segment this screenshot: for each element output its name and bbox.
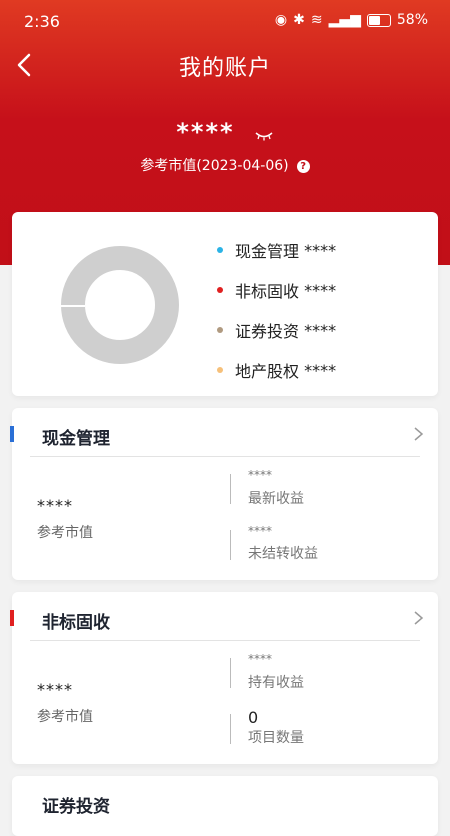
legend-value: ****	[304, 280, 337, 300]
securities-card[interactable]: 证券投资	[12, 776, 438, 836]
legend-item: 现金管理 ****	[217, 230, 336, 270]
legend-dot	[217, 287, 223, 293]
metric-separator	[230, 474, 231, 504]
legend-dot	[217, 247, 223, 253]
section-title: 现金管理	[42, 429, 110, 449]
market-value-label: 参考市值	[37, 709, 93, 725]
section-title: 证券投资	[42, 797, 110, 817]
market-value: ****	[37, 496, 73, 515]
help-icon[interactable]: ?	[296, 159, 310, 173]
holding-income-value: ****	[248, 652, 272, 666]
reference-value-row: 参考市值(2023-04-06)?	[0, 155, 450, 175]
market-value: ****	[37, 680, 73, 699]
chevron-right-icon[interactable]	[412, 426, 424, 442]
allocation-card: 现金管理 **** 非标固收 **** 证券投资 **** 地产股权 ****	[12, 212, 438, 396]
legend-value: ****	[304, 320, 337, 340]
eye-icon: ◉	[274, 12, 288, 28]
page-title: 我的账户	[178, 56, 271, 81]
status-icons: ◉ ✱ ≋ ▂▄▆ 58%	[275, 12, 428, 28]
status-bar: 2:36 ◉ ✱ ≋ ▂▄▆ 58%	[0, 0, 450, 44]
wifi-icon: ≋	[310, 12, 323, 28]
legend-dot	[217, 327, 223, 333]
unsettled-income-label: 未结转收益	[248, 546, 318, 562]
total-value-text: ****	[176, 118, 235, 146]
nav-bar: 我的账户	[0, 48, 450, 84]
legend-dot	[217, 367, 223, 373]
fixed-income-card[interactable]: 非标固收 **** 参考市值 **** 持有收益 0 项目数量	[10, 592, 438, 764]
legend-label: 地产股权	[235, 362, 300, 381]
legend-label: 证券投资	[235, 322, 300, 341]
holding-income-label: 持有收益	[248, 675, 304, 691]
project-count-value: 0	[248, 708, 259, 727]
status-time: 2:36	[24, 12, 60, 31]
section-title: 非标固收	[42, 613, 110, 633]
donut-chart	[61, 246, 179, 364]
bluetooth-icon: ✱	[293, 12, 305, 28]
section-accent-bar	[10, 610, 14, 626]
metric-separator	[230, 530, 231, 560]
section-divider	[30, 640, 420, 641]
legend-value: ****	[304, 360, 337, 380]
signal-icon: ▂▄▆	[328, 12, 361, 28]
total-value: ****	[0, 118, 450, 146]
reference-value-label: 参考市值(2023-04-06)	[140, 158, 289, 174]
legend-value: ****	[304, 240, 337, 260]
section-divider	[30, 456, 420, 457]
legend-item: 证券投资 ****	[217, 310, 336, 350]
legend-item: 地产股权 ****	[217, 350, 336, 390]
latest-income-label: 最新收益	[248, 491, 304, 507]
market-value-label: 参考市值	[37, 525, 93, 541]
chevron-right-icon[interactable]	[412, 610, 424, 626]
battery-icon	[366, 13, 391, 27]
unsettled-income-value: ****	[248, 524, 272, 538]
allocation-legend: 现金管理 **** 非标固收 **** 证券投资 **** 地产股权 ****	[217, 230, 336, 390]
eye-closed-icon[interactable]	[254, 130, 274, 142]
section-accent-bar	[10, 426, 14, 442]
battery-percent: 58%	[396, 12, 428, 28]
legend-item: 非标固收 ****	[217, 270, 336, 310]
metric-separator	[230, 658, 231, 688]
legend-label: 现金管理	[235, 242, 300, 261]
project-count-label: 项目数量	[248, 730, 304, 746]
legend-label: 非标固收	[235, 282, 300, 301]
cash-management-card[interactable]: 现金管理 **** 参考市值 **** 最新收益 **** 未结转收益	[10, 408, 438, 580]
latest-income-value: ****	[248, 468, 272, 482]
metric-separator	[230, 714, 231, 744]
